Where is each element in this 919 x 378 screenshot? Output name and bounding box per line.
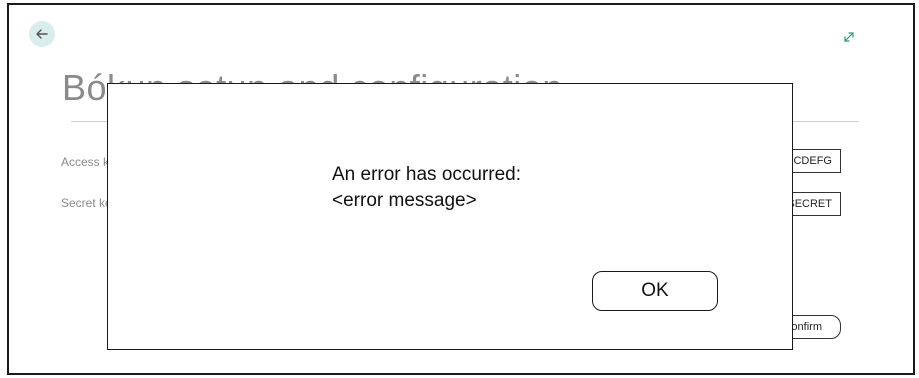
error-heading: An error has occurred:	[332, 164, 522, 185]
ok-button[interactable]: OK	[592, 271, 718, 311]
error-message: <error message>	[332, 190, 477, 211]
app-window: Bókun setup and configuration Access key…	[7, 3, 915, 375]
error-dialog: An error has occurred: <error message> O…	[107, 83, 793, 350]
modal-overlay: An error has occurred: <error message> O…	[9, 5, 913, 373]
